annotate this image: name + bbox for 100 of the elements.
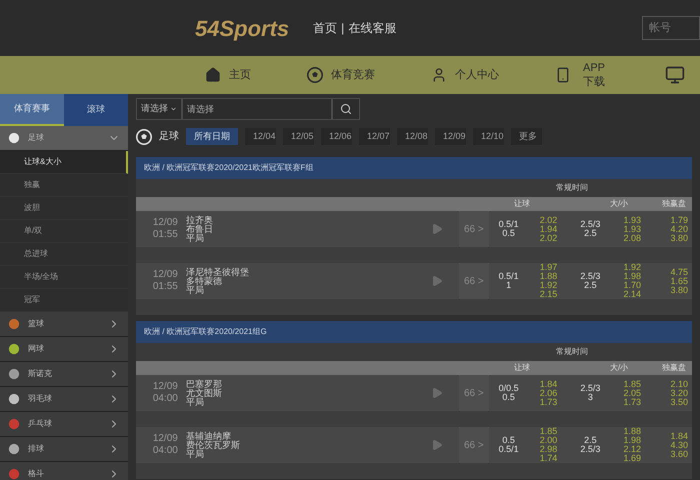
- odds-value: 1.92: [540, 281, 558, 290]
- nav-item[interactable]: 主页: [205, 67, 251, 83]
- video-icon[interactable]: [430, 387, 443, 399]
- column-label: 大/小: [610, 362, 628, 374]
- search-button[interactable]: [332, 98, 360, 120]
- sport-item[interactable]: 斯诺克: [0, 362, 128, 387]
- filter-select[interactable]: 请选择: [136, 98, 182, 120]
- odds-value: 1.79: [670, 216, 688, 224]
- video-icon[interactable]: [430, 275, 443, 287]
- match-date: 12/09: [152, 433, 178, 445]
- team-name: 费伦茨瓦罗斯: [186, 440, 241, 450]
- handicap-line: 0.5: [501, 436, 516, 445]
- odds-value: 4.30: [670, 440, 688, 450]
- nav-item[interactable]: 体育竞赛: [307, 67, 375, 83]
- nav-item[interactable]: [665, 65, 685, 85]
- odds-value: 1.70: [623, 281, 641, 290]
- home-icon: [205, 67, 221, 83]
- period-label: 常规时间: [556, 182, 588, 194]
- monitor-icon: [665, 65, 685, 85]
- team-name: 平局: [186, 450, 204, 458]
- odds-value: 3.20: [670, 388, 688, 398]
- column-label: 让球: [514, 362, 530, 374]
- odds-value: 1.65: [670, 276, 688, 286]
- team-name: 平局: [186, 234, 204, 242]
- team-name: 泽尼特圣彼得堡: [186, 268, 250, 276]
- nav-item[interactable]: APP下载: [555, 61, 609, 89]
- sport-item[interactable]: 羽毛球: [0, 387, 128, 412]
- odds-value: 1.93: [623, 216, 641, 224]
- video-icon[interactable]: [430, 223, 443, 235]
- odds-value: 1.93: [623, 224, 641, 234]
- sport-ball-icon: [8, 443, 20, 455]
- odds-value: 2.98: [540, 445, 558, 454]
- header-link[interactable]: 首页: [313, 19, 338, 37]
- team-name: 平局: [186, 286, 204, 294]
- user-icon: [431, 67, 447, 83]
- total-line: 2.5/3: [580, 220, 600, 229]
- date-tab[interactable]: 12/10: [473, 128, 504, 145]
- match-date: 12/09: [152, 381, 178, 393]
- odds-value: 1.85: [540, 427, 558, 436]
- date-tab[interactable]: 所有日期: [186, 128, 238, 145]
- search-field[interactable]: 请选择: [182, 98, 332, 120]
- sport-ball-icon: [8, 418, 20, 430]
- team-name: 巴塞罗那: [186, 380, 223, 388]
- odds-value: 2.14: [623, 290, 641, 299]
- odds-value: 3.80: [670, 286, 688, 294]
- odds-value: 1.73: [623, 398, 641, 406]
- video-icon[interactable]: [430, 439, 443, 451]
- odds-value: 2.08: [623, 234, 641, 242]
- sidebar-tab[interactable]: 滚球: [64, 94, 128, 126]
- sport-item[interactable]: 足球: [0, 126, 128, 151]
- header-link[interactable]: 在线客服: [348, 19, 396, 37]
- odds-value: 2.02: [540, 234, 558, 242]
- date-tab[interactable]: 12/04: [245, 128, 276, 145]
- handicap-line: 0/0.5: [498, 384, 519, 393]
- date-tab[interactable]: 12/08: [397, 128, 428, 145]
- column-label: 独赢盘: [662, 198, 686, 210]
- sport-item[interactable]: 排球: [0, 437, 128, 462]
- nav-item[interactable]: 个人中心: [431, 67, 499, 83]
- sport-item[interactable]: 网球: [0, 337, 128, 362]
- date-tab[interactable]: 12/06: [321, 128, 352, 145]
- odds-value: 2.15: [540, 290, 558, 299]
- date-tab[interactable]: 12/05: [283, 128, 314, 145]
- sidebar-tab[interactable]: 体育赛事: [0, 94, 64, 126]
- odds-value: 3.60: [670, 450, 688, 458]
- sport-ball-icon: [8, 343, 20, 355]
- total-line: 2.5/3: [580, 384, 600, 393]
- period-label: 常规时间: [556, 346, 588, 358]
- odds-value: 1.85: [623, 380, 641, 388]
- odds-value: 3.50: [670, 398, 688, 406]
- handicap-line: 0.5: [501, 229, 516, 238]
- odds-value: 2.05: [623, 388, 641, 398]
- odds-value: 2.00: [540, 436, 558, 445]
- handicap-line: 0.5/1: [498, 272, 519, 281]
- search-icon: [340, 103, 352, 115]
- odds-value: 1.98: [623, 436, 641, 445]
- odds-value: 1.74: [540, 454, 558, 463]
- sub-item[interactable]: 让球&大小: [0, 151, 128, 174]
- column-label: 让球: [514, 198, 530, 210]
- sport-item[interactable]: 格斗: [0, 462, 128, 480]
- logo[interactable]: 54Sports: [195, 12, 290, 44]
- sport-ball-icon: [8, 468, 20, 480]
- odds-value: 1.73: [540, 398, 558, 406]
- odds-value: 4.75: [670, 268, 688, 276]
- handicap-line: 1: [505, 281, 512, 290]
- date-tab[interactable]: 更多: [511, 128, 542, 145]
- sport-item[interactable]: 篮球: [0, 312, 128, 337]
- date-tab[interactable]: 12/07: [359, 128, 390, 145]
- odds-value: 1.88: [623, 427, 641, 436]
- account-field[interactable]: 帐号: [642, 16, 700, 40]
- total-line: 3: [586, 393, 594, 402]
- match-time: 04:00: [152, 393, 178, 405]
- odds-value: 1.69: [623, 454, 641, 463]
- odds-value: 2.02: [540, 216, 558, 224]
- match-time: 01:55: [152, 229, 178, 241]
- team-name: 基辅迪纳摩: [186, 432, 232, 440]
- team-name: 布鲁日: [186, 224, 214, 234]
- date-tab[interactable]: 12/09: [435, 128, 466, 145]
- sport-item[interactable]: 乒乓球: [0, 412, 128, 437]
- odds-value: 1.94: [540, 224, 558, 234]
- league-title: 欧洲 / 欧洲冠军联赛2020/2021组G: [144, 326, 267, 338]
